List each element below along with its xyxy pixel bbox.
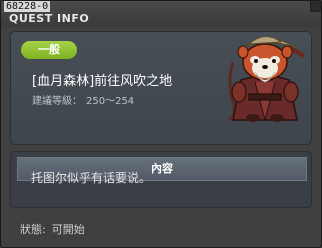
category-badge: 一般 [21,41,77,59]
quest-id-label: 68228-0 [4,1,51,12]
window-title: QUEST INFO [9,12,90,25]
close-button[interactable] [310,1,321,12]
red-panda-npc-icon [228,36,305,122]
quest-info-window: QUEST INFO 68228-0 一般 [血月森林]前往风吹之地 建議等級：… [0,0,322,248]
status-label: 狀態: [20,223,46,236]
content-text: 托图尔似乎有话要说。 [31,171,152,185]
quest-status: 狀態: 可開始 [20,221,85,237]
quest-name: [血月森林]前往风吹之地 [32,74,173,89]
level-range: 250～254 [86,96,135,107]
level-label: 建議等級： [32,96,82,107]
quest-summary-panel: 一般 [血月森林]前往风吹之地 建議等級： 250～254 [10,31,312,145]
status-value: 可開始 [51,223,85,236]
recommended-level: 建議等級： 250～254 [32,92,138,107]
